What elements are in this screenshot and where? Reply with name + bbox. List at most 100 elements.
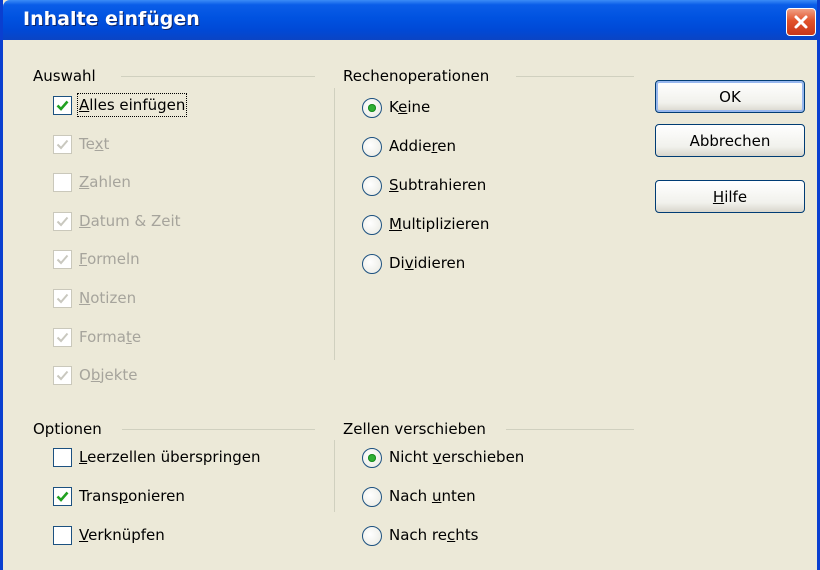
label-text: ormeln xyxy=(87,250,140,269)
cancel-button-label: Abbrechen xyxy=(689,131,771,150)
cancel-button[interactable]: Abbrechen xyxy=(655,124,805,157)
label-text: ubtrahieren xyxy=(398,176,487,194)
mnemonic-letter: p xyxy=(118,487,129,505)
help-mnemonic: H xyxy=(712,187,725,206)
radio-nicht-verschieben[interactable] xyxy=(362,448,382,468)
checkbox-text xyxy=(53,134,72,154)
help-button[interactable]: Hilfe xyxy=(655,180,805,213)
label-text: eerzellen überspringen xyxy=(87,448,261,466)
label-text: Di xyxy=(389,254,405,272)
operations-group-heading: Rechenoperationen xyxy=(343,67,494,85)
radio-addieren[interactable] xyxy=(362,137,382,157)
dialog-title: Inhalte einfügen xyxy=(23,8,200,30)
close-button[interactable] xyxy=(786,8,816,36)
label-text: nten xyxy=(441,487,476,505)
checkbox-formeln xyxy=(53,250,72,270)
selection-group-line xyxy=(121,76,315,77)
check-mark-icon xyxy=(56,491,69,502)
radio-dividieren[interactable] xyxy=(362,254,382,274)
radio-addieren-label: Addieren xyxy=(389,136,456,156)
mnemonic-letter: v xyxy=(432,448,442,466)
checkbox-leerzellen-ueberspringen[interactable] xyxy=(53,448,72,467)
checkbox-datum-zeit-label: Datum & Zeit xyxy=(79,211,181,231)
checkbox-notizen xyxy=(53,289,72,308)
operations-group-line xyxy=(516,76,634,77)
check-mark-icon xyxy=(56,216,69,227)
label-text: Addie xyxy=(389,137,432,155)
mnemonic-letter: L xyxy=(79,448,88,466)
options-group-heading: Optionen xyxy=(33,420,106,438)
checkbox-alles-einfuegen-label: Alles einfügen xyxy=(76,93,188,117)
label-text: atum & Zeit xyxy=(90,211,181,230)
title-bar[interactable]: Inhalte einfügen xyxy=(3,0,817,40)
checkbox-formate xyxy=(53,327,72,347)
label-text: hts xyxy=(455,526,479,544)
mnemonic-letter: b xyxy=(90,366,101,385)
mnemonic-letter: D xyxy=(79,211,91,230)
checkbox-objekte xyxy=(53,366,72,386)
options-group-line xyxy=(122,429,315,430)
checkbox-notizen-label: Notizen xyxy=(79,288,136,308)
checkbox-objekte-label: Objekte xyxy=(79,365,138,385)
help-button-label: ilfe xyxy=(724,187,748,206)
label-text: Trans xyxy=(79,487,119,505)
checkbox-zahlen xyxy=(53,173,72,193)
label-text: idieren xyxy=(413,254,466,272)
label-text: Te xyxy=(79,134,95,153)
checkbox-datum-zeit xyxy=(53,211,72,231)
label-text: Forma xyxy=(79,327,126,346)
checkbox-transponieren[interactable] xyxy=(53,487,72,506)
radio-nach-unten-label: Nach unten xyxy=(389,486,476,506)
radio-selected-dot xyxy=(368,104,376,112)
radio-dividieren-label: Dividieren xyxy=(389,253,465,273)
radio-nicht-verschieben-label: Nicht verschieben xyxy=(389,447,524,467)
label-text: K xyxy=(389,98,399,116)
radio-subtrahieren-label: Subtrahieren xyxy=(389,175,486,195)
ok-button[interactable]: OK xyxy=(655,80,805,113)
radio-nach-unten[interactable] xyxy=(362,487,382,507)
label-text: erschieben xyxy=(441,448,525,466)
check-mark-icon xyxy=(56,139,69,150)
mnemonic-letter: v xyxy=(404,254,414,272)
checkbox-text-label: Text xyxy=(79,134,109,154)
radio-nach-rechts-label: Nach rechts xyxy=(389,525,478,545)
mnemonic-letter: V xyxy=(79,526,89,544)
label-text: t xyxy=(103,134,110,153)
checkbox-formeln-label: Formeln xyxy=(79,249,140,269)
radio-selected-dot xyxy=(368,454,376,462)
label-text: jekte xyxy=(100,366,138,385)
label-text: en xyxy=(437,137,457,155)
mnemonic-letter: e xyxy=(398,98,408,116)
radio-keine[interactable] xyxy=(362,98,382,118)
label-text: O xyxy=(79,366,91,385)
checkbox-formate-label: Formate xyxy=(79,327,141,347)
lower-separator xyxy=(334,440,335,512)
checkbox-leerzellen-ueberspringen-label: Leerzellen überspringen xyxy=(79,447,261,467)
check-mark-icon xyxy=(56,332,69,343)
radio-multiplizieren[interactable] xyxy=(362,215,382,235)
label-text: onieren xyxy=(128,487,185,505)
check-mark-icon xyxy=(56,293,69,304)
label-text: erknüpfen xyxy=(88,526,165,544)
checkbox-zahlen-label: Zahlen xyxy=(79,172,131,192)
label-text: ine xyxy=(407,98,431,116)
label-text: ahlen xyxy=(89,173,131,192)
mnemonic-letter: N xyxy=(79,289,91,307)
mnemonic-letter: F xyxy=(79,250,88,269)
selection-group-heading: Auswahl xyxy=(33,67,100,85)
radio-nach-rechts[interactable] xyxy=(362,526,382,546)
label-text: Nach re xyxy=(389,526,448,544)
checkbox-verknuepfen-label: Verknüpfen xyxy=(79,525,165,545)
mnemonic-letter: A xyxy=(79,96,90,114)
checkbox-verknuepfen[interactable] xyxy=(53,526,72,545)
checkbox-transponieren-label: Transponieren xyxy=(79,486,185,506)
check-mark-icon xyxy=(56,371,69,381)
mnemonic-letter: Z xyxy=(79,173,90,192)
label-text: otizen xyxy=(90,289,137,307)
radio-keine-label: Keine xyxy=(389,97,430,117)
radio-subtrahieren[interactable] xyxy=(362,176,382,196)
label-text: ultiplizieren xyxy=(401,215,490,233)
checkbox-alles-einfuegen[interactable] xyxy=(53,96,72,115)
label-text: Nach xyxy=(389,487,432,505)
label-text: lles einfügen xyxy=(89,96,186,114)
